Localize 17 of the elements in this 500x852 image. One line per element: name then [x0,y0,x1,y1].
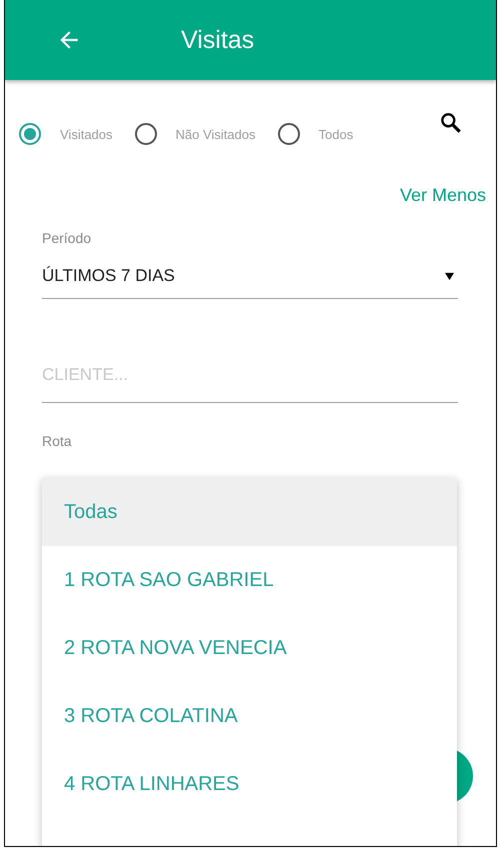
period-dropdown[interactable]: ÚLTIMOS 7 DIAS [42,254,458,299]
field-label: Rota [42,433,73,449]
menu-item[interactable]: Todas [42,478,457,546]
radio-label: Visitados [60,126,113,142]
radio-button[interactable] [134,123,157,145]
caret-icon [445,272,454,280]
menu-item[interactable]: 3 ROTA COLATINA [42,682,457,750]
radio-label: Não Visitados [176,126,256,142]
field-label: Período [42,230,92,246]
menu-item[interactable]: 4 ROTA LINHARES [42,750,457,818]
menu-item[interactable]: 2 ROTA NOVA VENECIA [42,614,457,682]
radio-button[interactable] [19,123,41,145]
radio-label: Todos [318,126,354,142]
screen-title: Visitas [181,26,254,54]
radio-button[interactable] [278,123,300,145]
menu-item[interactable]: 1 ROTA SAO GABRIEL [42,546,457,614]
ver-menos-link[interactable]: Ver Menos [400,185,486,206]
